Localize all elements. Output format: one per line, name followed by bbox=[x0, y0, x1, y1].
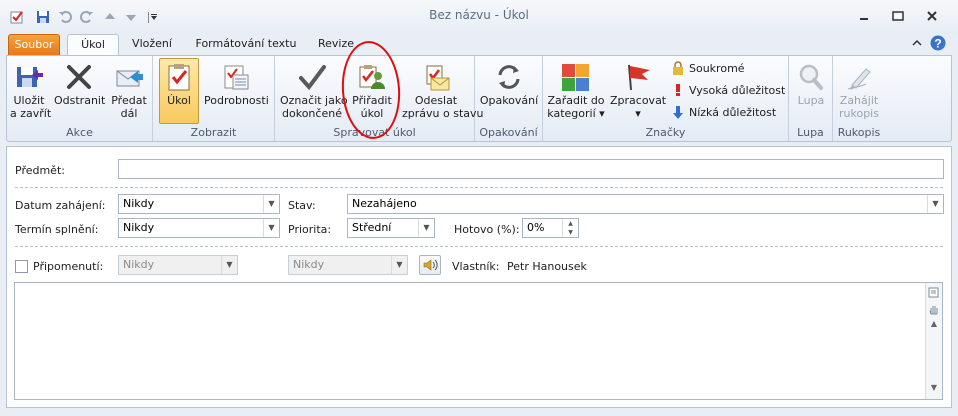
subject-input[interactable] bbox=[118, 159, 944, 179]
start-date-dropdown-icon[interactable]: ▼ bbox=[263, 195, 279, 213]
high-importance-button[interactable]: Vysoká důležitost bbox=[671, 82, 785, 100]
group-label-tags: Značky bbox=[645, 126, 686, 139]
due-date-field[interactable]: Nikdy ▼ bbox=[118, 218, 280, 238]
categorize-icon bbox=[561, 63, 591, 91]
follow-up-dropdown-icon: ▾ bbox=[635, 107, 641, 120]
reminder-time-dropdown-icon[interactable]: ▼ bbox=[391, 256, 407, 274]
group-recurrence: Opakování Opakování bbox=[475, 56, 543, 141]
divider bbox=[15, 246, 943, 247]
restore-icon[interactable] bbox=[886, 8, 910, 24]
forward-button[interactable]: Předat dál bbox=[109, 58, 149, 124]
task-clipboard-icon bbox=[164, 63, 194, 91]
save-close-button[interactable]: Uložit a zavřít bbox=[9, 58, 51, 124]
start-inking-button[interactable]: Zahájit rukopis bbox=[836, 58, 882, 124]
recurrence-arrows-icon bbox=[494, 63, 524, 91]
due-date-dropdown-icon[interactable]: ▼ bbox=[263, 219, 279, 237]
zoom-button[interactable]: Lupa bbox=[792, 58, 830, 124]
help-icon[interactable]: ? bbox=[930, 35, 946, 54]
delete-button[interactable]: Odstranit bbox=[53, 58, 105, 124]
owner-label: Vlastník: bbox=[452, 260, 500, 273]
svg-text:?: ? bbox=[934, 37, 941, 51]
checkmark-icon bbox=[297, 63, 327, 91]
ribbon: Uložit a zavřít Odstranit Předat dál Akc… bbox=[6, 55, 952, 142]
low-importance-icon bbox=[671, 105, 685, 119]
start-date-field[interactable]: Nikdy ▼ bbox=[118, 194, 280, 214]
group-label-zoom: Lupa bbox=[797, 126, 824, 139]
collapse-ribbon-icon[interactable] bbox=[912, 38, 922, 51]
group-label-actions: Akce bbox=[66, 126, 93, 139]
categorize-button[interactable]: Zařadit do kategorií ▾ bbox=[545, 58, 607, 124]
tab-file[interactable]: Soubor bbox=[8, 34, 60, 56]
status-label: Stav: bbox=[288, 199, 316, 212]
reminder-checkbox[interactable] bbox=[15, 260, 28, 273]
scroll-options-icon[interactable] bbox=[927, 286, 941, 303]
group-tags: Zařadit do kategorií ▾ Zpracovat ▾ Soukr… bbox=[543, 56, 789, 141]
mark-complete-button[interactable]: Označit jako dokončené bbox=[279, 58, 348, 124]
hand-icon[interactable] bbox=[927, 302, 941, 319]
minimize-icon[interactable] bbox=[852, 8, 876, 24]
reminder-label: Připomenutí: bbox=[33, 260, 104, 273]
red-flag-icon bbox=[623, 63, 653, 91]
ribbon-tabs: Soubor Úkol Vložení Formátování textu Re… bbox=[0, 34, 958, 56]
percent-complete-label: Hotovo (%): bbox=[454, 223, 520, 236]
percent-complete-spinner[interactable]: 0% ▲ ▼ bbox=[522, 218, 579, 238]
reminder-date-field[interactable]: Nikdy ▼ bbox=[118, 255, 238, 275]
lock-icon bbox=[671, 61, 685, 75]
group-zoom: Lupa Lupa bbox=[789, 56, 833, 141]
tab-task[interactable]: Úkol bbox=[67, 34, 119, 56]
task-form: Předmět: Datum zahájení: Nikdy ▼ Stav: N… bbox=[6, 146, 952, 408]
pen-icon bbox=[844, 63, 874, 91]
close-icon[interactable] bbox=[920, 8, 944, 24]
start-date-label: Datum zahájení: bbox=[15, 199, 106, 212]
group-actions: Uložit a zavřít Odstranit Předat dál Akc… bbox=[7, 56, 153, 141]
reminder-time-field[interactable]: Nikdy ▼ bbox=[288, 255, 408, 275]
group-label-show: Zobrazit bbox=[190, 126, 237, 139]
status-dropdown-icon[interactable]: ▼ bbox=[927, 195, 943, 213]
group-show: Úkol Podrobnosti Zobrazit bbox=[153, 56, 275, 141]
window-title: Bez názvu - Úkol bbox=[429, 8, 529, 22]
forward-envelope-icon bbox=[114, 63, 144, 91]
recurrence-button[interactable]: Opakování bbox=[478, 58, 540, 124]
divider bbox=[15, 187, 943, 188]
priority-dropdown-icon[interactable]: ▼ bbox=[418, 219, 434, 237]
status-report-icon bbox=[421, 63, 451, 91]
task-body-textarea[interactable]: ▲ ▼ bbox=[14, 282, 943, 400]
scroll-up-icon[interactable]: ▲ bbox=[927, 319, 941, 331]
body-scrollbar[interactable]: ▲ ▼ bbox=[925, 283, 942, 399]
reminder-date-dropdown-icon[interactable]: ▼ bbox=[221, 256, 237, 274]
delete-x-icon bbox=[64, 63, 94, 91]
save-close-icon bbox=[14, 63, 44, 91]
tab-format-text[interactable]: Formátování textu bbox=[190, 34, 302, 56]
priority-label: Priorita: bbox=[288, 223, 332, 236]
details-icon bbox=[221, 63, 251, 91]
status-field[interactable]: Nezahájeno ▼ bbox=[347, 194, 944, 214]
priority-field[interactable]: Střední ▼ bbox=[347, 218, 435, 238]
group-label-recurrence: Opakování bbox=[479, 126, 538, 139]
private-button[interactable]: Soukromé bbox=[671, 60, 745, 78]
send-status-report-button[interactable]: Odeslat zprávu o stavu bbox=[401, 58, 484, 124]
tab-insert[interactable]: Vložení bbox=[126, 34, 178, 56]
scroll-down-icon[interactable]: ▼ bbox=[927, 383, 941, 395]
due-date-label: Termín splnění: bbox=[15, 223, 99, 236]
group-ink: Zahájit rukopis Rukopis bbox=[833, 56, 885, 141]
owner-value: Petr Hanousek bbox=[507, 260, 587, 273]
speaker-icon bbox=[423, 259, 438, 271]
subject-label: Předmět: bbox=[15, 164, 65, 177]
details-button[interactable]: Podrobnosti bbox=[203, 58, 269, 124]
low-importance-button[interactable]: Nízká důležitost bbox=[671, 104, 776, 122]
reminder-sound-button[interactable] bbox=[419, 255, 441, 275]
title-bar: Bez názvu - Úkol bbox=[0, 0, 958, 34]
group-label-ink: Rukopis bbox=[837, 126, 881, 139]
task-view-button[interactable]: Úkol bbox=[159, 58, 199, 124]
high-importance-icon bbox=[671, 83, 685, 97]
spinner-arrows-icon[interactable]: ▲ ▼ bbox=[562, 219, 578, 237]
follow-up-button[interactable]: Zpracovat ▾ bbox=[609, 58, 667, 124]
magnifier-icon bbox=[796, 63, 826, 91]
